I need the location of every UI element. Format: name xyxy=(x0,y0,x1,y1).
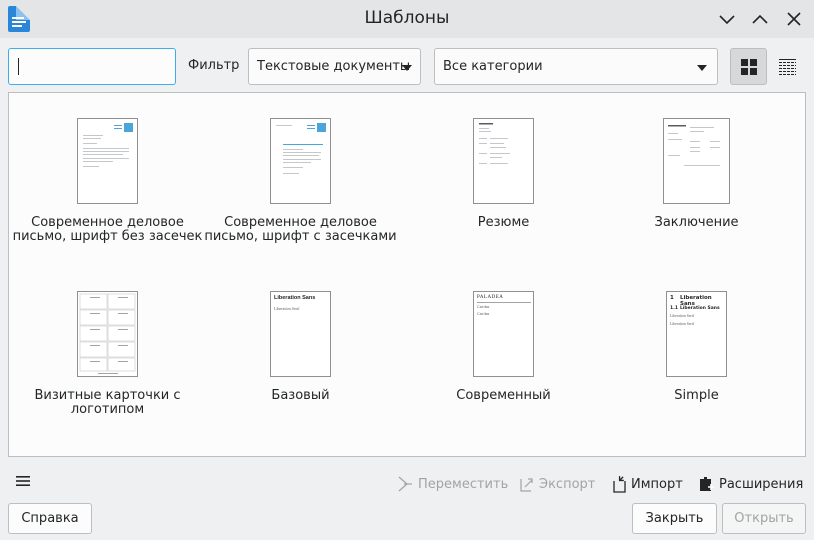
preview-line: 1.1 xyxy=(670,306,678,311)
extensions-label: Расширения xyxy=(719,477,804,492)
import-label: Импорт xyxy=(631,477,683,492)
move-arrow-icon xyxy=(398,476,412,492)
close-button[interactable]: Закрыть xyxy=(632,503,717,534)
document-type-value: Текстовые документы xyxy=(257,59,411,74)
template-label: Современное деловое письмо, шрифт с засе… xyxy=(204,215,397,244)
template-item[interactable]: Liberation Sans Liberation Serif Базовый xyxy=(204,291,397,403)
list-view-icon xyxy=(779,59,796,75)
template-label: Визитные карточки с логотипом xyxy=(34,388,181,417)
template-thumbnail: PALADEA Caribo Caribo xyxy=(473,291,534,377)
close-icon[interactable] xyxy=(783,8,805,30)
open-button[interactable]: Открыть xyxy=(722,503,806,534)
thumbnail-view-button[interactable] xyxy=(730,48,767,85)
preview-line: Caribo xyxy=(477,304,490,309)
template-thumbnail xyxy=(77,118,138,204)
template-thumbnail: Liberation Sans Liberation Serif xyxy=(270,291,331,377)
template-thumbnail xyxy=(663,118,730,204)
template-thumbnail xyxy=(270,118,331,204)
search-input[interactable] xyxy=(8,48,176,85)
help-button[interactable]: Справка xyxy=(8,503,92,534)
preview-line: 1 xyxy=(670,295,674,301)
category-value: Все категории xyxy=(443,59,543,74)
export-button[interactable]: Экспорт xyxy=(519,475,595,495)
template-item[interactable]: Визитные карточки с логотипом xyxy=(11,291,204,417)
template-label: Резюме xyxy=(477,215,530,230)
category-select[interactable]: Все категории xyxy=(434,48,718,85)
preview-line: PALADEA xyxy=(477,295,504,300)
preview-line: Caribo xyxy=(477,311,490,316)
template-item[interactable]: PALADEA Caribo Caribo Современный xyxy=(407,291,600,403)
maximize-icon[interactable] xyxy=(749,8,771,30)
move-button[interactable]: Переместить xyxy=(398,475,508,495)
preview-line: Liberation Sans xyxy=(680,306,720,311)
import-icon xyxy=(613,476,626,493)
filter-label: Фильтр xyxy=(188,58,240,73)
text-cursor xyxy=(18,58,19,75)
export-icon xyxy=(520,478,533,492)
minimize-icon[interactable] xyxy=(716,8,738,30)
export-label: Экспорт xyxy=(539,477,596,492)
extensions-icon xyxy=(700,477,714,491)
chevron-down-icon xyxy=(402,65,412,71)
template-label: Заключение xyxy=(654,215,739,230)
grid-view-icon xyxy=(741,59,757,75)
window-title: Шаблоны xyxy=(364,8,450,28)
template-item[interactable]: Заключение xyxy=(600,118,793,230)
preview-line: Liberation Sans xyxy=(274,295,316,301)
template-item[interactable]: Современное деловое письмо, шрифт с засе… xyxy=(204,118,397,244)
templates-view: Современное деловое письмо, шрифт без за… xyxy=(8,92,806,457)
template-thumbnail xyxy=(77,291,138,377)
list-view-button[interactable] xyxy=(769,48,806,85)
template-item[interactable]: Современное деловое письмо, шрифт без за… xyxy=(11,118,204,244)
preview-line: Liberation Serif xyxy=(274,306,300,311)
move-label: Переместить xyxy=(418,477,509,492)
template-item[interactable]: 1 Liberation Sans 1.1 Liberation Sans Li… xyxy=(600,291,793,403)
template-item[interactable]: Резюме xyxy=(407,118,600,230)
template-thumbnail xyxy=(473,118,534,204)
template-thumbnail: 1 Liberation Sans 1.1 Liberation Sans Li… xyxy=(666,291,727,377)
title-bar: Шаблоны xyxy=(0,0,814,38)
preview-line: Liberation Serif xyxy=(670,322,695,326)
extensions-button[interactable]: Расширения xyxy=(699,475,804,495)
hamburger-menu-icon[interactable] xyxy=(16,475,30,487)
template-label: Современное деловое письмо, шрифт без за… xyxy=(12,215,203,244)
template-label: Современный xyxy=(456,388,551,403)
import-button[interactable]: Импорт xyxy=(611,475,683,495)
preview-line: Liberation Serif xyxy=(670,314,695,318)
preview-rule xyxy=(477,302,531,303)
template-label: Базовый xyxy=(271,388,330,403)
chevron-down-icon xyxy=(697,65,707,71)
document-type-select[interactable]: Текстовые документы xyxy=(248,48,421,85)
template-label: Simple xyxy=(674,388,719,403)
